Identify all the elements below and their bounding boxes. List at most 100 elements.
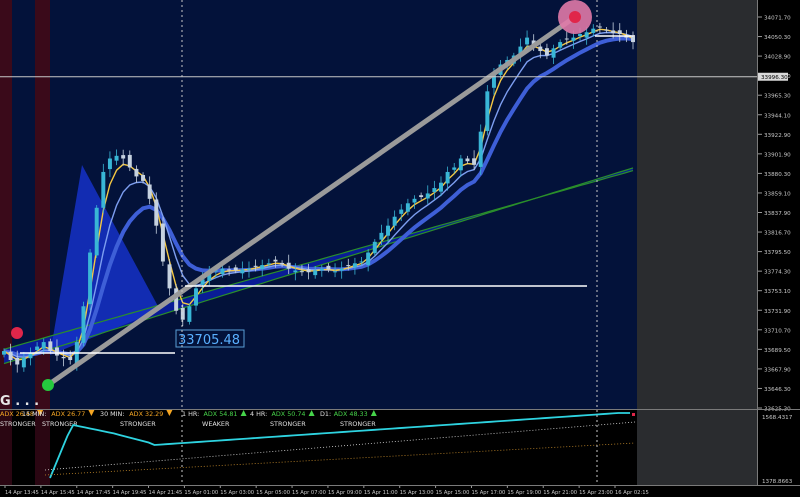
candle-body (2, 351, 6, 355)
price-axis-label: 34050.30 (764, 35, 791, 41)
candle-body (54, 347, 59, 356)
candle-body (114, 155, 119, 161)
candle-body (121, 155, 126, 159)
candle-body (346, 265, 351, 267)
adx-value-label: ADX 26.77 (51, 410, 85, 418)
price-axis-label: 34028.90 (764, 55, 791, 61)
trading-chart[interactable]: 33705.48 G . . . 34071.70 34050.30 34028.90… (0, 0, 800, 497)
candle-body (472, 158, 477, 165)
current-price-label: 33996.30 (761, 75, 788, 81)
adx-value-label: ADX 54.81 (204, 410, 238, 418)
time-axis-label: 15 Apr 13:00 (400, 490, 434, 496)
adx-status-label: STRONGER (0, 420, 36, 428)
adx-status-label: STRONGER (270, 420, 306, 428)
price-axis-label: 33922.90 (764, 133, 791, 139)
adx-status-label: STRONGER (120, 420, 156, 428)
candle-body (48, 341, 53, 352)
candle-body (253, 265, 258, 267)
right-dark-panel (637, 0, 758, 409)
price-axis-label: 33901.90 (764, 152, 791, 158)
time-axis-label: 15 Apr 17:00 (471, 490, 505, 496)
candle-body (571, 37, 576, 41)
time-axis-label: 15 Apr 19:00 (507, 490, 541, 496)
time-axis-label: 15 Apr 23:00 (579, 490, 613, 496)
price-axis-label: 33667.90 (764, 367, 791, 373)
candle-body (392, 216, 397, 226)
candle-body (35, 346, 40, 350)
trend-start-marker (42, 379, 54, 391)
time-axis-label: 15 Apr 15:00 (436, 490, 470, 496)
candle-body (419, 195, 424, 198)
candle-body (631, 36, 635, 43)
indicator-axis-label: 1568.4317 (762, 415, 793, 421)
candle-body (386, 225, 391, 236)
candle-body (551, 48, 556, 58)
adx-timeframe-label: 1 HR: (182, 410, 199, 418)
candle-body (240, 269, 245, 274)
candle-body (286, 262, 291, 269)
time-axis-label: 15 Apr 11:00 (364, 490, 398, 496)
candle-body (81, 306, 86, 343)
adx-timeframe-label: 4 HR: (250, 410, 267, 418)
candle-body (339, 268, 344, 271)
time-axis-label: 14 Apr 17:45 (77, 490, 111, 496)
time-axis-label: 14 Apr 15:45 (41, 490, 75, 496)
candle-body (399, 209, 404, 214)
candle-body (194, 288, 198, 306)
candle-body (61, 356, 66, 359)
price-axis-label: 33753.10 (764, 289, 791, 295)
signal-marker (11, 327, 23, 339)
candle-body (319, 268, 324, 271)
time-axis-label: 14 Apr 19:45 (113, 490, 147, 496)
candle-body (227, 269, 232, 271)
candle-body (412, 198, 417, 203)
candle-body (107, 158, 112, 170)
adx-value-label: ADX 48.33 (334, 410, 368, 418)
candle-body (379, 232, 384, 240)
time-axis-label: 15 Apr 03:00 (220, 490, 254, 496)
candle-body (88, 252, 93, 305)
indicator-end-marker (632, 413, 635, 416)
candle-body (597, 26, 602, 28)
price-axis-label: 33837.90 (764, 211, 791, 217)
time-axis-label: 15 Apr 07:00 (292, 490, 326, 496)
candle-body (478, 131, 483, 167)
adx-value-label: ADX 50.74 (272, 410, 306, 418)
candle-body (372, 241, 377, 254)
trend-end-marker (569, 11, 581, 23)
candle-body (439, 182, 443, 192)
candle-body (246, 268, 251, 270)
candle-body (299, 271, 304, 273)
candle-body (352, 263, 357, 268)
candle-body (273, 259, 278, 262)
candle-body (445, 171, 450, 184)
candle-body (154, 199, 159, 226)
candle-body (233, 267, 238, 271)
right-dark-panel-lower (637, 409, 758, 485)
candle-body (127, 154, 132, 168)
candle-body (8, 351, 13, 361)
candle-body (147, 184, 152, 199)
candle-body (293, 270, 298, 273)
candle-body (525, 37, 530, 45)
candle-body (558, 42, 563, 48)
candle-body (458, 158, 463, 171)
candle-body (68, 356, 73, 361)
time-axis-label: 16 Apr 02:15 (615, 490, 649, 496)
price-axis-label: 34071.70 (764, 16, 791, 22)
candle-body (405, 203, 410, 212)
candle-body (15, 357, 20, 365)
candle-body (485, 91, 490, 131)
candle-body (564, 38, 569, 40)
price-axis-label: 33859.10 (764, 191, 791, 197)
time-axis-label: 14 Apr 13:45 (5, 490, 39, 496)
price-axis-label: 33710.70 (764, 328, 791, 334)
candle-body (94, 207, 99, 256)
adx-timeframe-label: 30 MIN: (100, 410, 125, 418)
candle-body (333, 271, 338, 273)
candle-body (180, 307, 185, 320)
time-axis-label: 15 Apr 09:00 (328, 490, 362, 496)
price-axis-label: 33795.50 (764, 250, 791, 256)
candle-body (591, 28, 596, 33)
candle-body (452, 167, 457, 170)
